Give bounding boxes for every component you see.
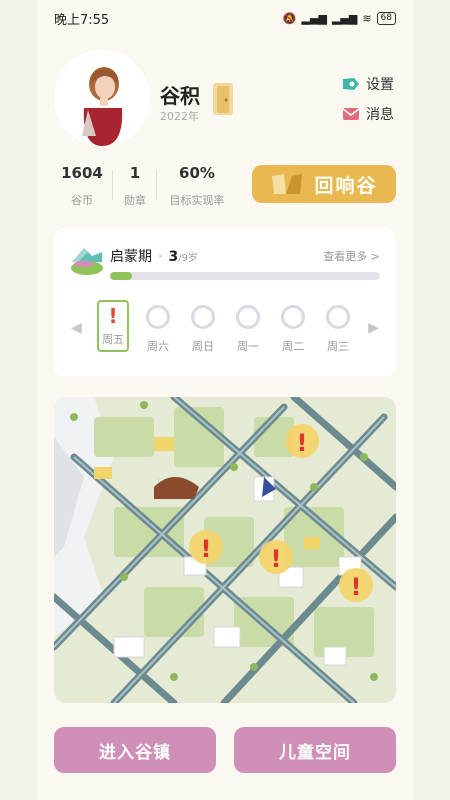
stat-medals: 1 勋章 — [120, 164, 150, 208]
settings-link[interactable]: 设置 — [342, 74, 394, 94]
day-ring-icon — [326, 305, 350, 329]
stat-medals-label: 勋章 — [124, 194, 146, 207]
day-item-mon[interactable]: 周一 — [232, 302, 264, 354]
stat-coins: 1604 谷币 — [60, 164, 104, 208]
stage-age-value: 3 — [168, 249, 179, 265]
status-bar: 晚上7:55 🔕 ▂▄▆ ▂▄▆ ≋ 68 — [0, 0, 450, 36]
stage-age-total: /9岁 — [178, 253, 198, 264]
svg-text:!: ! — [201, 535, 212, 563]
messages-label: 消息 — [366, 107, 394, 123]
day-label: 周日 — [192, 340, 214, 353]
svg-text:!: ! — [351, 573, 362, 601]
stage-dot: · — [158, 249, 163, 265]
day-label: 周二 — [282, 340, 304, 353]
stat-goal-rate-label: 目标实现率 — [169, 194, 225, 207]
week-next-arrow-icon[interactable]: ▶ — [368, 320, 379, 336]
stage-name: 启蒙期 — [110, 249, 152, 265]
town-map[interactable]: ! ! ! ! — [54, 397, 396, 703]
mute-icon: 🔕 — [282, 11, 297, 25]
mountain-icon — [71, 248, 103, 275]
day-item-sun[interactable]: 周日 — [187, 302, 219, 354]
battery-icon: 68 — [376, 11, 396, 25]
stat-coins-label: 谷币 — [71, 194, 93, 207]
avatar-illustration-icon — [54, 50, 150, 146]
week-prev-arrow-icon[interactable]: ◀ — [71, 320, 82, 336]
mail-icon — [342, 108, 360, 120]
growth-card: 启蒙期 · 3/9岁 查看更多 > ◀ ▶ ! 周五 周六 周日 周一 周二 周三 — [54, 228, 396, 376]
wifi-icon: ≋ — [362, 11, 372, 25]
settings-label: 设置 — [366, 77, 394, 93]
day-label: 周五 — [102, 333, 124, 346]
signal-icon-2: ▂▄▆ — [331, 11, 358, 25]
echo-valley-label: 回响谷 — [314, 174, 378, 197]
town-map-illustration: ! ! ! ! — [54, 397, 396, 703]
svg-text:!: ! — [297, 429, 308, 457]
enter-town-button[interactable]: 进入谷镇 — [54, 727, 216, 773]
stat-coins-value: 1604 — [61, 164, 103, 182]
door-icon[interactable] — [212, 82, 234, 116]
messages-link[interactable]: 消息 — [342, 104, 394, 124]
settings-icon — [343, 78, 359, 90]
day-item-fri[interactable]: ! 周五 — [97, 300, 129, 352]
day-label: 周六 — [147, 340, 169, 353]
status-time: 晚上7:55 — [54, 12, 110, 28]
day-ring-icon — [146, 305, 170, 329]
day-ring-icon — [191, 305, 215, 329]
stat-goal-rate-value: 60% — [179, 164, 215, 182]
signal-icon: ▂▄▆ — [301, 11, 327, 25]
avatar[interactable] — [54, 50, 150, 146]
alert-icon: ! — [108, 304, 118, 328]
stat-medals-value: 1 — [129, 164, 141, 182]
see-more-link[interactable]: 查看更多 > — [323, 248, 380, 264]
user-year: 2022年 — [160, 110, 199, 123]
stage-title: 启蒙期 · 3/9岁 — [110, 246, 198, 266]
echo-valley-button[interactable]: 回响谷 — [252, 165, 396, 203]
day-label: 周三 — [327, 340, 349, 353]
day-ring-icon — [236, 305, 260, 329]
valley-icon — [272, 174, 303, 194]
stat-goal-rate: 60% 目标实现率 — [166, 164, 228, 208]
kids-space-button[interactable]: 儿童空间 — [234, 727, 396, 773]
day-ring-icon — [281, 305, 305, 329]
day-item-tue[interactable]: 周二 — [277, 302, 309, 354]
stage-progress-fill — [110, 272, 132, 280]
day-item-sat[interactable]: 周六 — [142, 302, 174, 354]
day-label: 周一 — [237, 340, 259, 353]
day-item-wed[interactable]: 周三 — [322, 302, 354, 354]
user-name: 谷积 — [160, 84, 200, 108]
stage-age: 3/9岁 — [168, 249, 197, 265]
status-icons: 🔕 ▂▄▆ ▂▄▆ ≋ 68 — [282, 11, 396, 25]
stage-progress-bar — [110, 272, 380, 280]
svg-text:!: ! — [271, 545, 282, 573]
stat-divider — [156, 170, 157, 200]
stat-divider — [112, 170, 113, 200]
